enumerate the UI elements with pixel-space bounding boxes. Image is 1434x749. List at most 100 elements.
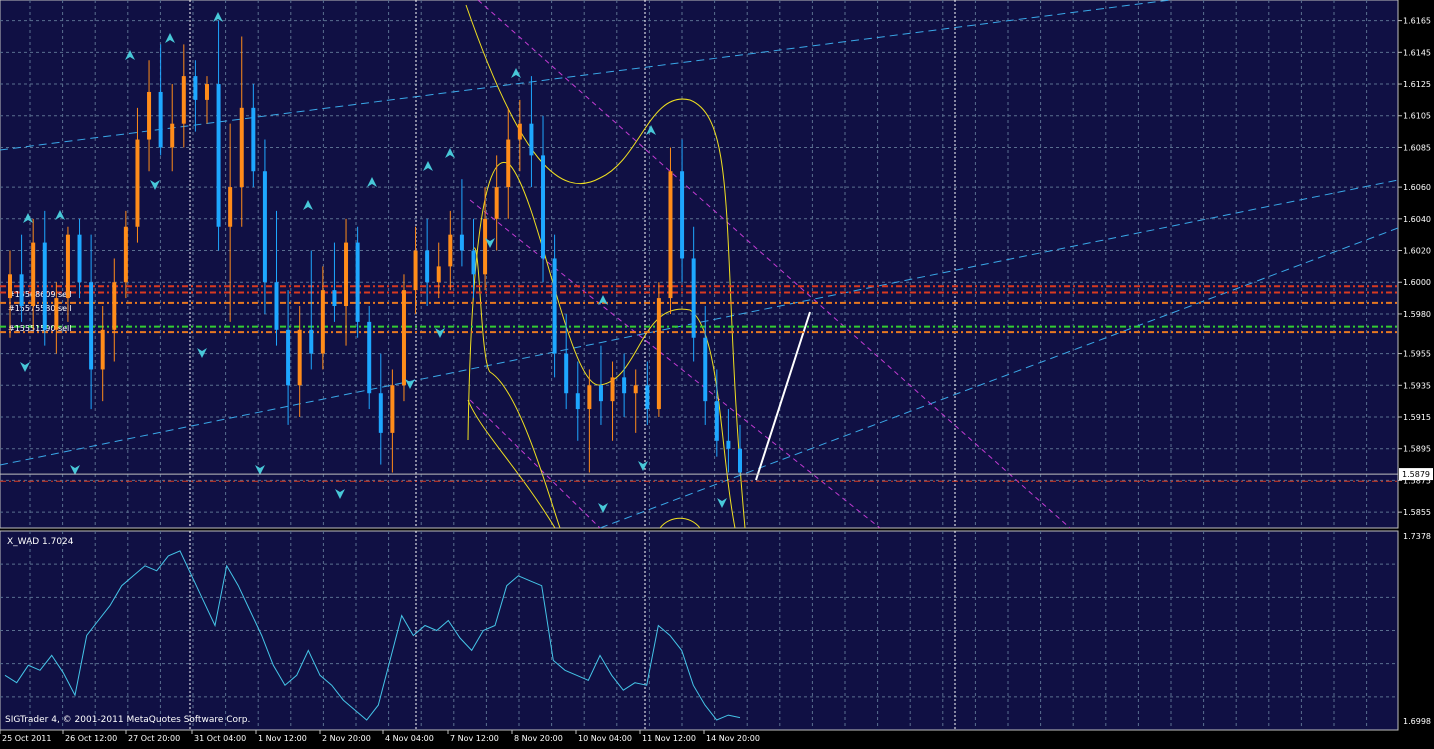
candle-body	[656, 298, 661, 410]
candle-body	[158, 91, 163, 148]
current-price-label: 1.5879	[1402, 470, 1430, 479]
candle-body	[401, 290, 406, 386]
price-axis-label: 1.6145	[1403, 48, 1431, 57]
indicator-axis-label: 1.7378	[1403, 532, 1431, 541]
candle	[401, 274, 406, 402]
candle-body	[147, 91, 152, 140]
candle-body	[413, 250, 418, 291]
candle-body	[181, 76, 186, 124]
candle-body	[506, 139, 511, 188]
candle-body	[170, 123, 175, 148]
price-axis-label: 1.5915	[1403, 413, 1431, 422]
price-axis-label: 1.5935	[1403, 381, 1431, 390]
order-label: #15568609 sell	[8, 290, 72, 299]
candle-body	[645, 385, 650, 410]
candle-body	[332, 290, 337, 307]
candle-body	[251, 107, 256, 172]
candle-body	[77, 234, 82, 283]
candle-body	[344, 242, 349, 307]
candle-body	[239, 107, 244, 188]
candle-body	[529, 123, 534, 156]
price-axis-label: 1.6085	[1403, 143, 1431, 152]
candle-body	[193, 76, 198, 100]
candle-body	[668, 171, 673, 299]
order-label: #15575580 sell	[8, 304, 72, 313]
candle-body	[112, 282, 117, 330]
price-axis-label: 1.5980	[1403, 310, 1431, 319]
candle-body	[610, 377, 615, 402]
candle-body	[448, 234, 453, 267]
candle-body	[575, 393, 580, 410]
order-label: #15551590 sell	[8, 324, 72, 333]
candle-body	[89, 282, 94, 370]
price-axis-label: 1.6125	[1403, 80, 1431, 89]
candle-body	[714, 401, 719, 441]
price-axis-label: 1.6040	[1403, 215, 1431, 224]
price-axis-label: 1.5895	[1403, 445, 1431, 454]
candle-body	[633, 385, 638, 394]
candle-body	[378, 393, 383, 433]
time-axis-label: 1 Nov 12:00	[258, 734, 307, 743]
chart-canvas[interactable]: #15568609 sell #15575580 sell #15551590 se…	[0, 0, 1434, 745]
time-axis-label: 14 Nov 20:00	[706, 734, 760, 743]
candle-body	[483, 218, 488, 275]
candle-body	[31, 242, 36, 307]
candle-body	[738, 448, 742, 473]
indicator-axis-label: 1.6998	[1403, 717, 1431, 726]
candle-body	[135, 139, 140, 227]
candle-body	[680, 171, 685, 259]
candle-body	[726, 440, 731, 449]
time-axis-label: 31 Oct 04:00	[194, 734, 246, 743]
candle-body	[390, 385, 395, 433]
candle-body	[587, 385, 592, 410]
candle-body	[100, 329, 105, 370]
price-axis-label: 1.6000	[1403, 278, 1431, 287]
price-axis-label: 1.6105	[1403, 112, 1431, 121]
price-axis-label: 1.5855	[1403, 508, 1431, 517]
candle-body	[425, 250, 430, 283]
candle-body	[65, 234, 70, 299]
copyright-text: SIGTrader 4, © 2001-2011 MetaQuotes Soft…	[5, 715, 250, 725]
indicator-label: X_WAD 1.7024	[7, 537, 74, 547]
candle-body	[297, 329, 302, 386]
price-axis-label: 1.6165	[1403, 17, 1431, 26]
candle-body	[691, 258, 696, 338]
candle-body	[355, 242, 360, 322]
candle-body	[286, 329, 291, 386]
time-axis-label: 26 Oct 12:00	[65, 734, 117, 743]
candle-body	[494, 187, 499, 219]
candle	[355, 226, 360, 338]
candle-body	[216, 84, 221, 227]
candle-body	[204, 84, 209, 100]
time-axis-label: 11 Nov 12:00	[642, 734, 696, 743]
candle-body	[459, 234, 464, 251]
candle-body	[274, 282, 279, 330]
candle-body	[436, 266, 441, 283]
candle-body	[42, 242, 47, 330]
time-axis-label: 4 Nov 04:00	[385, 734, 434, 743]
candle-body	[19, 274, 24, 307]
candle-body	[703, 337, 708, 402]
candle-body	[367, 321, 372, 394]
candle-body	[123, 226, 128, 283]
candle	[656, 282, 661, 418]
candle-body	[320, 290, 325, 354]
time-axis-label: 2 Nov 20:00	[322, 734, 371, 743]
candle	[668, 147, 673, 314]
price-axis-label: 1.5955	[1403, 350, 1431, 359]
time-axis-label: 8 Nov 20:00	[514, 734, 563, 743]
price-axis-label: 1.6060	[1403, 183, 1431, 192]
candle-body	[262, 171, 267, 283]
time-axis-label: 25 Oct 2011	[2, 734, 51, 743]
trading-chart-window[interactable]: #15568609 sell #15575580 sell #15551590 se…	[0, 0, 1434, 745]
candle-body	[471, 250, 476, 275]
time-axis-label: 27 Oct 20:00	[128, 734, 180, 743]
candle-body	[54, 298, 59, 330]
time-axis-label: 10 Nov 04:00	[578, 734, 632, 743]
candle-body	[541, 155, 546, 259]
candle-body	[598, 385, 603, 402]
candle-body	[622, 377, 627, 394]
candle-body	[228, 187, 233, 227]
candle-body	[564, 353, 569, 394]
time-axis-label: 7 Nov 12:00	[450, 734, 499, 743]
